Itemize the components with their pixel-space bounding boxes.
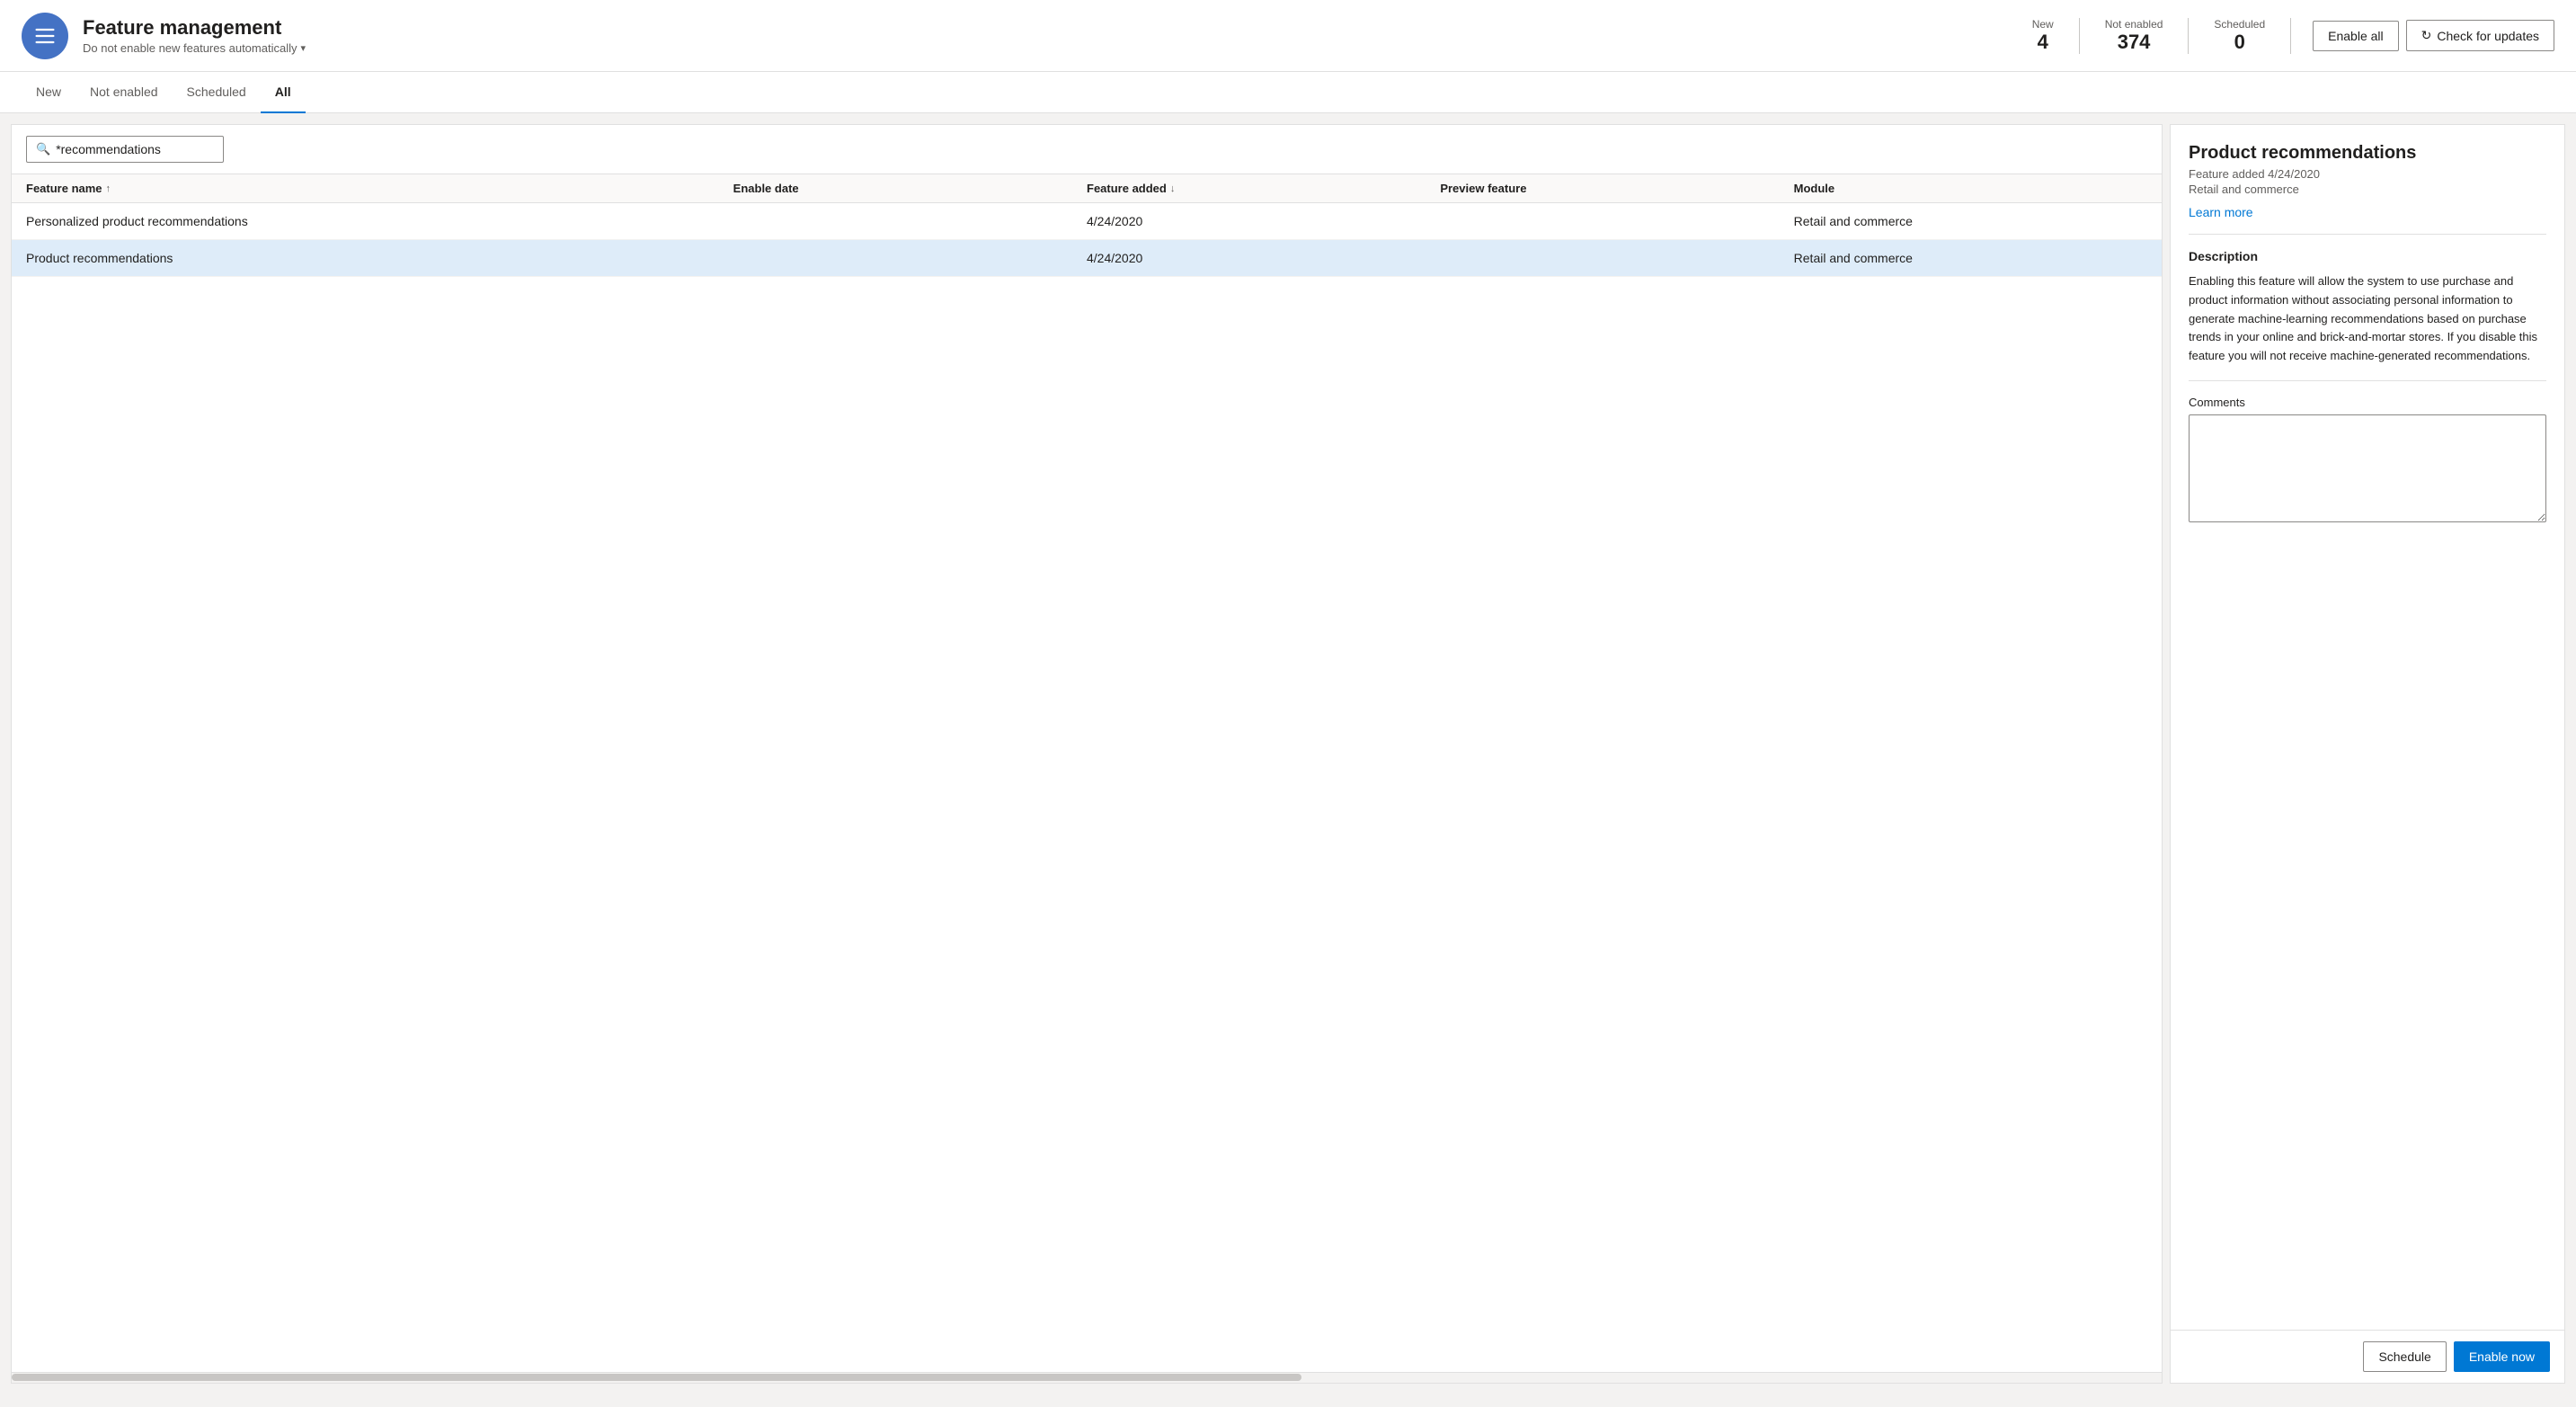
tab-not-enabled[interactable]: Not enabled	[76, 72, 173, 113]
detail-divider	[2189, 234, 2546, 235]
detail-footer: Schedule Enable now	[2171, 1330, 2564, 1383]
header-text: Feature management Do not enable new fea…	[83, 16, 2032, 55]
cell-enable-date	[733, 251, 1087, 265]
col-module[interactable]: Module	[1794, 182, 2147, 195]
refresh-icon: ↻	[2421, 28, 2432, 43]
detail-title: Product recommendations	[2189, 143, 2546, 164]
comments-input[interactable]	[2189, 414, 2546, 522]
cell-feature-added: 4/24/2020	[1087, 214, 1440, 228]
col-enable-date[interactable]: Enable date	[733, 182, 1087, 195]
check-for-updates-button[interactable]: ↻ Check for updates	[2406, 20, 2554, 51]
cell-feature-name: Personalized product recommendations	[26, 214, 733, 228]
horizontal-scrollbar[interactable]	[12, 1372, 2162, 1383]
cell-enable-date	[733, 214, 1087, 228]
cell-feature-name: Product recommendations	[26, 251, 733, 265]
page-subtitle[interactable]: Do not enable new features automatically…	[83, 41, 2032, 55]
stats-area: New 4 Not enabled 374 Scheduled 0	[2032, 18, 2291, 54]
chevron-down-icon: ▾	[300, 42, 306, 54]
comments-divider	[2189, 380, 2546, 381]
tab-new[interactable]: New	[22, 72, 76, 113]
search-icon: 🔍	[36, 142, 50, 156]
sort-desc-icon: ↓	[1170, 183, 1176, 194]
scrollbar-thumb	[12, 1374, 1301, 1381]
cell-preview	[1440, 214, 1793, 228]
col-preview-feature[interactable]: Preview feature	[1440, 182, 1793, 195]
learn-more-link[interactable]: Learn more	[2189, 205, 2253, 219]
description-text: Enabling this feature will allow the sys…	[2189, 272, 2546, 366]
detail-content: Product recommendations Feature added 4/…	[2171, 125, 2564, 1330]
schedule-button[interactable]: Schedule	[2363, 1341, 2446, 1372]
main-content: 🔍 Feature name ↑ Enable date Feature add…	[0, 113, 2576, 1394]
page-title: Feature management	[83, 16, 2032, 40]
tabs-bar: New Not enabled Scheduled All	[0, 72, 2576, 113]
list-icon	[32, 23, 58, 49]
description-title: Description	[2189, 249, 2546, 263]
tab-scheduled[interactable]: Scheduled	[173, 72, 261, 113]
cell-feature-added: 4/24/2020	[1087, 251, 1440, 265]
cell-preview	[1440, 251, 1793, 265]
table-row[interactable]: Product recommendations 4/24/2020 Retail…	[12, 240, 2162, 277]
stat-scheduled: Scheduled 0	[2189, 18, 2291, 54]
table-header: Feature name ↑ Enable date Feature added…	[12, 174, 2162, 203]
cell-module: Retail and commerce	[1794, 251, 2147, 265]
detail-feature-added: Feature added 4/24/2020	[2189, 167, 2546, 181]
cell-module: Retail and commerce	[1794, 214, 2147, 228]
page-header: Feature management Do not enable new fea…	[0, 0, 2576, 72]
search-bar: 🔍	[12, 125, 2162, 174]
detail-module: Retail and commerce	[2189, 183, 2546, 196]
col-feature-added[interactable]: Feature added ↓	[1087, 182, 1440, 195]
sort-asc-icon: ↑	[106, 183, 111, 194]
feature-list-panel: 🔍 Feature name ↑ Enable date Feature add…	[11, 124, 2163, 1384]
tab-all[interactable]: All	[261, 72, 306, 113]
col-feature-name[interactable]: Feature name ↑	[26, 182, 733, 195]
comments-label: Comments	[2189, 396, 2546, 409]
app-icon	[22, 13, 68, 59]
search-input[interactable]	[56, 142, 214, 156]
enable-now-button[interactable]: Enable now	[2454, 1341, 2550, 1372]
stat-not-enabled: Not enabled 374	[2080, 18, 2190, 54]
enable-all-button[interactable]: Enable all	[2313, 21, 2399, 51]
header-actions: Enable all ↻ Check for updates	[2313, 20, 2554, 51]
table-row[interactable]: Personalized product recommendations 4/2…	[12, 203, 2162, 240]
detail-panel: Product recommendations Feature added 4/…	[2170, 124, 2565, 1384]
table-body: Personalized product recommendations 4/2…	[12, 203, 2162, 1372]
search-input-wrap[interactable]: 🔍	[26, 136, 224, 163]
stat-new: New 4	[2032, 18, 2080, 54]
